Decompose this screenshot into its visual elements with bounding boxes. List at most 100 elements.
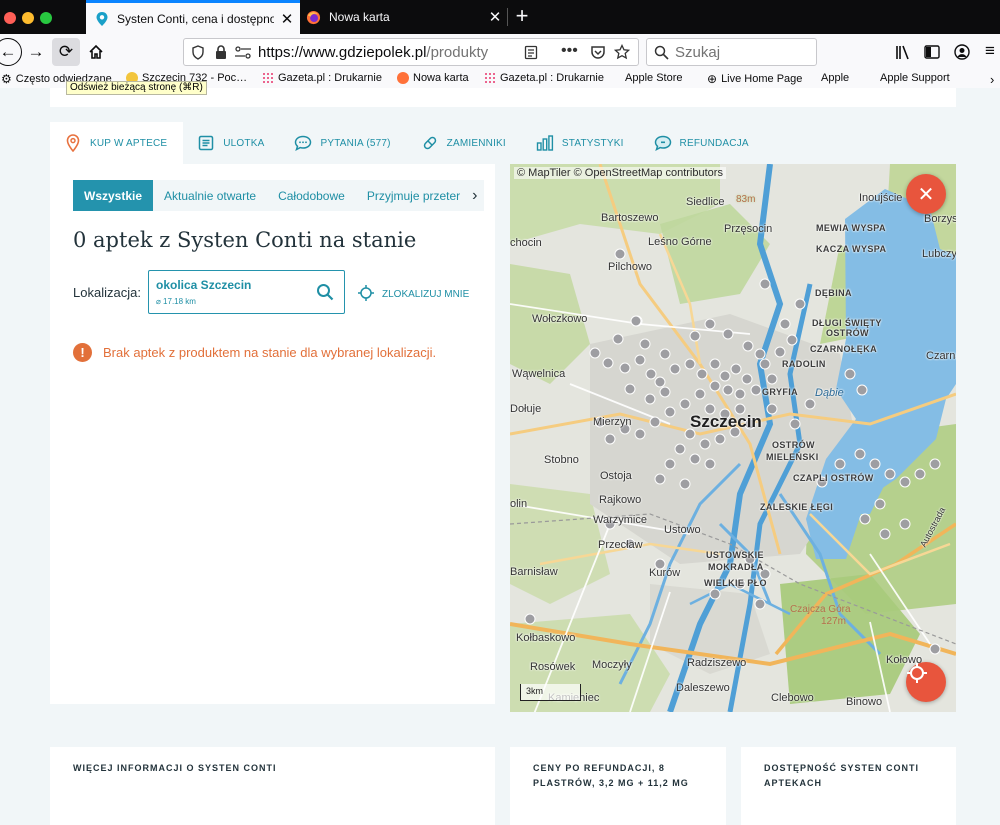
library-icon[interactable] — [895, 45, 911, 60]
map-label: USTOWSKIE — [706, 550, 764, 560]
arrow-left-icon: ← — [0, 42, 17, 61]
hamburger-menu-icon[interactable]: ≡ — [985, 41, 995, 61]
bookmark-item[interactable]: ⊕ Live Home Page — [707, 72, 802, 86]
map-label: MOKRADŁA — [708, 562, 764, 572]
tab-refundacja[interactable]: REFUNDACJA — [640, 122, 765, 164]
browser-tab-inactive[interactable]: Nowa karta ✕ — [300, 0, 508, 34]
search-placeholder: Szukaj — [675, 44, 721, 61]
new-tab-button[interactable]: + — [510, 0, 534, 34]
tab-label: ZAMIENNIKI — [446, 137, 506, 149]
map-label: Rosówek — [530, 661, 576, 673]
bookmark-label: Gazeta.pl : Drukarnie — [278, 72, 382, 84]
filter-wszystkie[interactable]: Wszystkie — [73, 180, 154, 211]
map-label: 127m — [821, 616, 847, 627]
map-label: Mierzyn — [593, 416, 632, 428]
leaflet-icon — [197, 134, 215, 152]
url-bar[interactable]: https://www.gdziepolek.pl/produkty ••• — [183, 38, 639, 66]
map-label: Wołczkowo — [532, 313, 588, 325]
pill-icon — [421, 134, 439, 152]
locate-me-button[interactable]: ZLOKALIZUJ MNIE — [358, 285, 469, 304]
map-label: ZALESKIE ŁĘGI — [760, 502, 834, 512]
location-label: Lokalizacja: — [73, 285, 141, 300]
map-label: Dąbie — [815, 387, 844, 399]
map-label: Binowo — [846, 696, 883, 708]
permissions-icon[interactable] — [234, 46, 252, 59]
map-label: WIELKIE PŁO — [704, 578, 767, 588]
info-card: WIĘCEJ INFORMACJI O SYSTEN CONTI — [50, 747, 495, 825]
home-button[interactable] — [82, 38, 110, 66]
location-pin-icon — [95, 11, 109, 27]
back-button[interactable]: ← — [0, 38, 22, 66]
filter-aktualnie-otwarte[interactable]: Aktualnie otwarte — [153, 180, 268, 211]
url-path: /produkty — [426, 44, 489, 61]
reload-button[interactable]: ⟳ — [52, 38, 80, 66]
tab-zamienniki[interactable]: ZAMIENNIKI — [407, 122, 522, 164]
map-label: 83m — [736, 194, 756, 205]
location-input[interactable]: okolica Szczecin ⌀ 17.18 km — [148, 270, 345, 314]
shield-icon[interactable] — [191, 45, 205, 60]
map-label: Czarna — [926, 350, 956, 362]
arrow-right-icon: → — [27, 42, 45, 61]
bookmark-label: Apple Store — [625, 72, 683, 84]
window-minimize-dot[interactable] — [22, 12, 34, 24]
tab-close-icon[interactable]: ✕ — [274, 10, 300, 28]
map-label: Leśno Górne — [648, 236, 712, 248]
browser-tab-active[interactable]: Systen Conti, cena i dostępność ✕ — [86, 0, 300, 34]
map-label: olin — [510, 498, 528, 510]
bookmark-item[interactable]: Gazeta.pl : Drukarnie — [262, 72, 382, 84]
tab-kup-w-aptece[interactable]: KUP W APTECE — [50, 122, 184, 164]
tab-pytania[interactable]: PYTANIA (577) — [280, 122, 406, 164]
location-value: okolica Szczecin — [156, 278, 252, 292]
tab-ulotka[interactable]: ULOTKA — [183, 122, 280, 164]
bookmarks-overflow-button[interactable]: › — [990, 72, 994, 87]
pharmacy-map[interactable]: © MapTiler © OpenStreetMap contributors … — [510, 164, 956, 712]
availability-filters: Wszystkie Aktualnie otwarte Całodobowe P… — [73, 180, 484, 211]
card-title: DOSTĘPNOŚĆ SYSTEN CONTI APTEKACH — [764, 763, 920, 788]
tab-close-icon[interactable]: ✕ — [482, 8, 508, 26]
filter-przyjmuje-przeterminowane[interactable]: Przyjmuje przeter — [355, 180, 467, 211]
map-scale: 3km — [520, 684, 581, 701]
window-zoom-dot[interactable] — [40, 12, 52, 24]
tab-label: ULOTKA — [223, 137, 265, 149]
filter-calodobowe[interactable]: Całodobowe — [267, 180, 356, 211]
map-label: GRYFIA — [762, 387, 799, 397]
account-icon[interactable] — [954, 44, 970, 60]
reader-view-icon[interactable] — [524, 45, 538, 60]
bookmark-item[interactable]: Apple Store — [621, 72, 682, 84]
home-icon — [89, 44, 103, 59]
map-attribution[interactable]: © MapTiler © OpenStreetMap contributors — [514, 167, 726, 179]
tab-statystyki[interactable]: STATYSTYKI — [522, 122, 640, 164]
more-actions-icon[interactable]: ••• — [561, 42, 578, 60]
search-icon[interactable] — [316, 283, 334, 306]
product-tabs: KUP W APTECE ULOTKA PYTANIA (577) ZAMIEN… — [50, 122, 765, 164]
map-label: CZARNOŁĘKA — [810, 344, 877, 354]
bookmark-item[interactable]: Apple — [817, 72, 849, 84]
pocket-icon[interactable] — [590, 45, 606, 60]
map-label: Inoujście — [859, 192, 903, 204]
map-label: Ostoja — [600, 470, 632, 482]
firefox-icon — [306, 10, 321, 25]
search-bar[interactable]: Szukaj — [646, 38, 817, 66]
chat-icon — [294, 134, 312, 152]
locate-me-label: ZLOKALIZUJ MNIE — [382, 289, 470, 300]
close-map-button[interactable]: ✕ — [906, 174, 946, 214]
forward-button[interactable]: → — [22, 38, 50, 66]
bookmark-item[interactable]: Gazeta.pl : Drukarnie — [484, 72, 604, 84]
map-label: Moczyły — [592, 659, 632, 671]
filters-next-button[interactable]: › — [466, 180, 484, 211]
bookmark-star-icon[interactable] — [614, 44, 630, 60]
lock-icon[interactable] — [215, 45, 227, 60]
map-label: Lubczy — [922, 248, 956, 260]
tab-label: PYTANIA (577) — [320, 137, 391, 149]
locate-on-map-button[interactable] — [906, 662, 946, 702]
window-close-dot[interactable] — [4, 12, 16, 24]
refund-icon — [654, 134, 672, 152]
map-label: Radziszewo — [687, 657, 747, 669]
sidebar-icon[interactable] — [924, 45, 940, 59]
bookmark-item[interactable]: Apple Support — [876, 72, 950, 84]
tab-title: Nowa karta — [329, 10, 390, 24]
map-label: KACZA WYSPA — [816, 244, 887, 254]
tab-label: STATYSTYKI — [561, 137, 624, 149]
bookmark-item[interactable]: Nowa karta — [397, 72, 469, 84]
map-label: Wąwelnica — [512, 368, 566, 380]
